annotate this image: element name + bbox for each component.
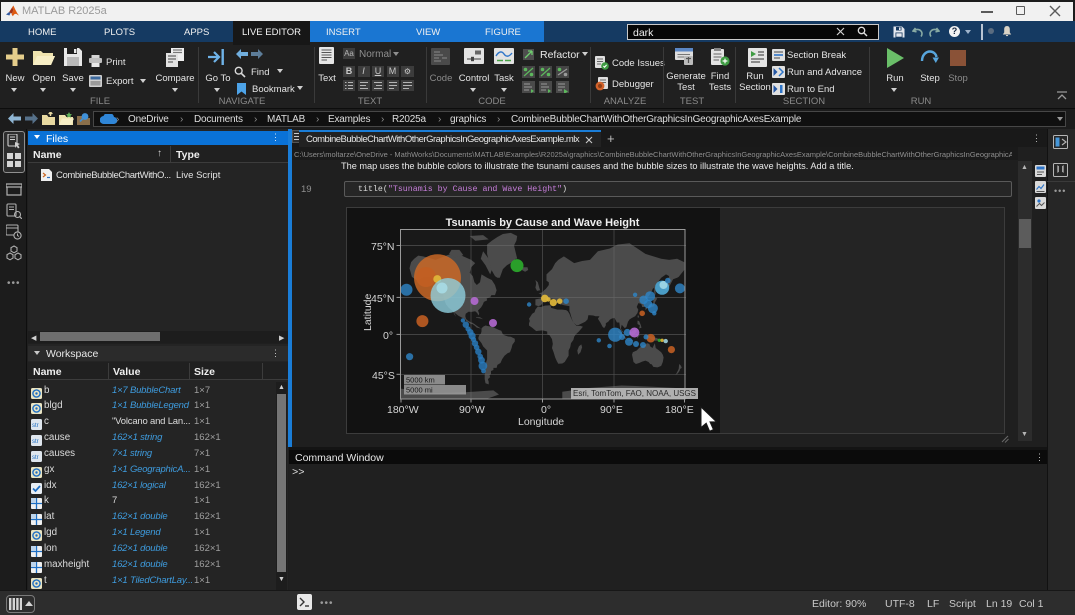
svg-text:5000 km: 5000 km: [406, 376, 435, 385]
svg-text:5000 mi: 5000 mi: [406, 386, 433, 395]
svg-text:str: str: [32, 455, 39, 461]
svg-text:str: str: [32, 423, 39, 429]
svg-text:str: str: [32, 439, 39, 445]
